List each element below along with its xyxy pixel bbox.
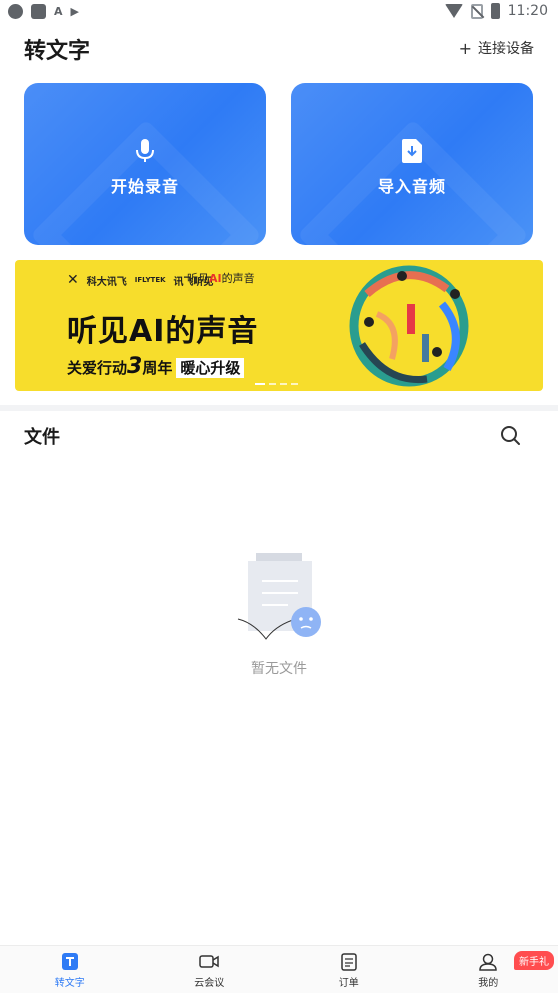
pagination-dot — [255, 383, 265, 385]
empty-files-illustration — [236, 549, 326, 644]
import-audio-label: 导入音频 — [291, 173, 533, 197]
files-section-title: 文件 — [24, 423, 60, 449]
battery-icon — [491, 3, 500, 19]
tagline-prefix: 关爱行动 — [67, 359, 127, 377]
iflytek-logo-icon: ✕ — [67, 272, 79, 288]
tagline-mid: 周年 — [142, 359, 172, 377]
wifi-icon — [445, 4, 463, 18]
section-divider — [0, 405, 558, 411]
status-system: 11:20 — [445, 3, 548, 19]
newbie-gift-badge[interactable]: 新手礼 — [514, 951, 554, 970]
microphone-icon — [136, 139, 154, 167]
tab-cloud-meeting[interactable]: 云会议 — [140, 946, 280, 993]
pagination-dot — [291, 383, 298, 385]
bottom-nav: 转文字 云会议 订单 我的 新手礼 — [0, 945, 558, 993]
tab-orders[interactable]: 订单 — [279, 946, 419, 993]
tab-transcribe-label: 转文字 — [55, 974, 85, 989]
empty-files-text: 暂无文件 — [0, 658, 558, 678]
status-bar: A ▶ 11:20 — [0, 0, 558, 24]
banner-illustration — [347, 264, 477, 389]
connect-device-button[interactable]: + 连接设备 — [459, 38, 534, 58]
tab-transcribe[interactable]: 转文字 — [0, 946, 140, 993]
sub-brand-suffix: 的声音 — [222, 272, 255, 285]
no-sim-icon — [471, 4, 483, 19]
tab-orders-label: 订单 — [339, 974, 359, 989]
status-time: 11:20 — [508, 3, 548, 19]
video-camera-icon — [199, 953, 219, 971]
text-t-icon — [60, 953, 80, 971]
banner-brand-1-sub: IFLYTEK — [135, 276, 166, 284]
user-icon — [478, 953, 498, 971]
connect-device-label: 连接设备 — [478, 38, 534, 58]
tab-profile-label: 我的 — [478, 974, 498, 989]
pagination-dot — [269, 383, 276, 385]
banner-pagination — [255, 383, 298, 385]
sub-brand-prefix: 听见 — [187, 272, 209, 285]
start-recording-card[interactable]: 开始录音 — [24, 83, 266, 245]
clipboard-icon — [339, 953, 359, 971]
notification-dot-icon — [8, 4, 23, 19]
banner-tagline: 关爱行动3周年暖心升级 — [67, 354, 244, 379]
import-audio-card[interactable]: 导入音频 — [291, 83, 533, 245]
page-title: 转文字 — [24, 33, 90, 65]
play-store-icon: ▶ — [71, 5, 79, 18]
tab-cloud-meeting-label: 云会议 — [194, 974, 224, 989]
start-recording-label: 开始录音 — [24, 173, 266, 197]
pagination-dot — [280, 383, 287, 385]
tagline-pill: 暖心升级 — [176, 358, 244, 378]
search-icon[interactable] — [500, 425, 522, 447]
notification-a-icon: A — [54, 5, 63, 18]
promo-banner[interactable]: ✕ 科大讯飞 IFLYTEK 讯飞听见 听见AI的声音 听见AI的声音 关爱行动… — [15, 260, 543, 391]
banner-headline: 听见AI的声音 — [67, 306, 258, 350]
notification-app-icon — [31, 4, 46, 19]
import-file-icon — [402, 139, 422, 167]
tab-profile[interactable]: 我的 新手礼 — [419, 946, 558, 993]
banner-brand-1: 科大讯飞 — [87, 273, 127, 288]
tagline-number: 3 — [127, 354, 142, 379]
banner-sub-brand: 听见AI的声音 — [187, 270, 255, 286]
status-notifications: A ▶ — [8, 4, 79, 19]
plus-icon: + — [459, 39, 472, 58]
sub-brand-ai: AI — [209, 272, 222, 285]
